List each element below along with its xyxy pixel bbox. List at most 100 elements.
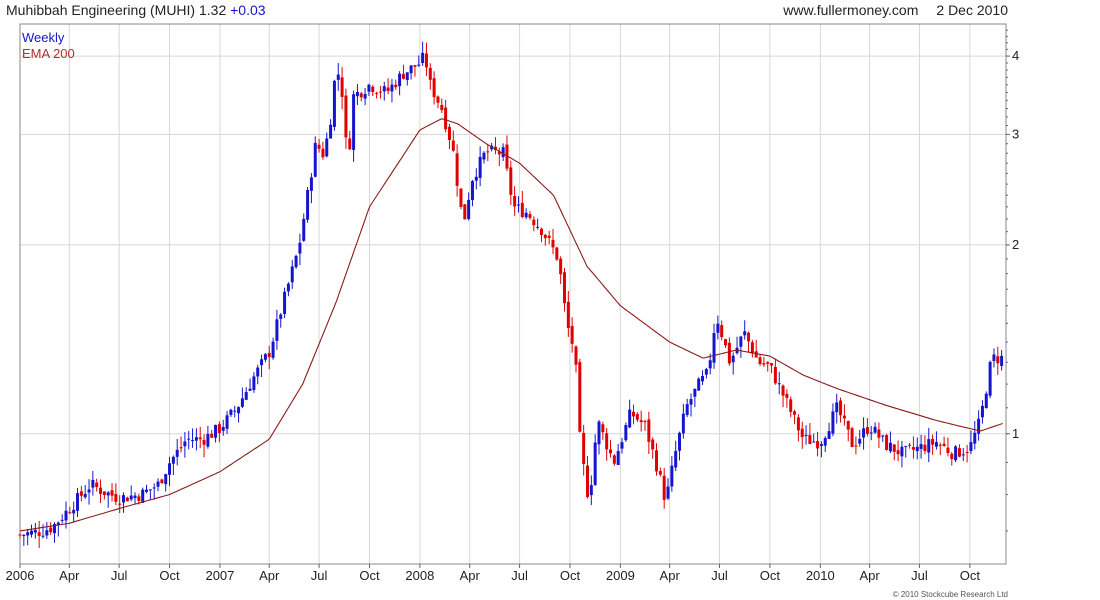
candle: [275, 309, 279, 350]
candle: [382, 81, 386, 101]
candle-body: [605, 433, 609, 450]
candle: [355, 83, 359, 105]
candle: [398, 71, 402, 96]
candle: [777, 371, 781, 395]
candle: [520, 191, 524, 219]
candle-body: [64, 510, 68, 521]
candle-body: [455, 153, 459, 186]
candle: [770, 362, 774, 374]
x-tick-label: Oct: [960, 568, 981, 583]
candle: [892, 444, 896, 461]
candle-body: [72, 509, 76, 514]
candle: [977, 410, 981, 441]
candle-body: [386, 87, 390, 92]
candle-body: [359, 93, 363, 98]
candle-body: [363, 93, 367, 99]
candle-body: [432, 78, 436, 98]
candle: [179, 436, 183, 453]
candle: [183, 432, 187, 458]
candle-body: [678, 432, 682, 451]
candle-body: [827, 431, 831, 439]
candle-body: [597, 421, 601, 445]
candle-body: [214, 424, 218, 438]
candle-body: [325, 138, 329, 157]
candle: [957, 444, 961, 458]
candle-body: [49, 527, 53, 533]
candle: [217, 421, 221, 443]
candle: [858, 429, 862, 447]
candle-body: [30, 530, 34, 535]
candle: [854, 436, 858, 455]
x-tick-label: Jul: [911, 568, 928, 583]
y-axis: 1 2 3 4: [1006, 29, 1019, 532]
candle-body: [697, 378, 701, 391]
candle-body: [704, 368, 708, 375]
candle: [869, 425, 873, 441]
candle-body: [436, 96, 440, 103]
candle: [658, 467, 662, 477]
candle: [76, 487, 80, 517]
candle: [582, 424, 586, 476]
candle: [712, 323, 716, 369]
candle: [198, 426, 202, 449]
candle-body: [984, 393, 988, 409]
candle: [482, 151, 486, 164]
candle-body: [444, 107, 448, 130]
candle-body: [394, 84, 398, 88]
candle-body: [513, 195, 517, 207]
candle: [904, 445, 908, 458]
candle: [827, 422, 831, 440]
candle: [735, 336, 739, 355]
candle: [915, 437, 919, 460]
candle: [206, 425, 210, 449]
candle-body: [217, 424, 221, 434]
candle: [635, 412, 639, 423]
candle-body: [237, 407, 241, 414]
candle: [279, 312, 283, 328]
candle-body: [532, 219, 536, 226]
candle-body: [873, 426, 877, 433]
candle-body: [183, 441, 187, 447]
candle-body: [290, 266, 294, 283]
candle-body: [992, 354, 996, 362]
candle: [459, 188, 463, 210]
candle-body: [539, 228, 543, 235]
candle: [539, 227, 543, 243]
candle-body: [658, 471, 662, 475]
candle-body: [536, 226, 540, 228]
candle: [773, 358, 777, 385]
candle-body: [37, 532, 41, 536]
candle: [302, 213, 306, 242]
candle: [643, 419, 647, 431]
candle-body: [470, 181, 474, 201]
candle-body: [467, 199, 471, 219]
candle: [470, 179, 474, 207]
candle-body: [846, 420, 850, 430]
candle-body: [750, 342, 754, 354]
candle: [22, 533, 26, 546]
candle: [340, 67, 344, 110]
candle-body: [666, 486, 670, 499]
candle: [359, 91, 363, 102]
copyright-notice: © 2010 Stockcube Research Ltd: [892, 590, 1008, 599]
candle-body: [643, 421, 647, 423]
candle-body: [977, 418, 981, 434]
candle-body: [405, 72, 409, 80]
candle-body: [260, 359, 264, 366]
candle-body: [965, 451, 969, 453]
candle: [102, 491, 106, 500]
candle: [739, 335, 743, 358]
candle-body: [559, 258, 563, 275]
candle: [202, 434, 206, 458]
candle: [148, 489, 152, 500]
candle: [938, 442, 942, 456]
price-change: +0.03: [230, 2, 266, 18]
candle: [501, 143, 505, 161]
candle-body: [474, 176, 478, 181]
candle: [670, 456, 674, 492]
candle: [252, 372, 256, 393]
candle: [585, 455, 589, 499]
candle-body: [267, 352, 271, 358]
candle: [68, 506, 72, 515]
candle: [41, 524, 45, 539]
